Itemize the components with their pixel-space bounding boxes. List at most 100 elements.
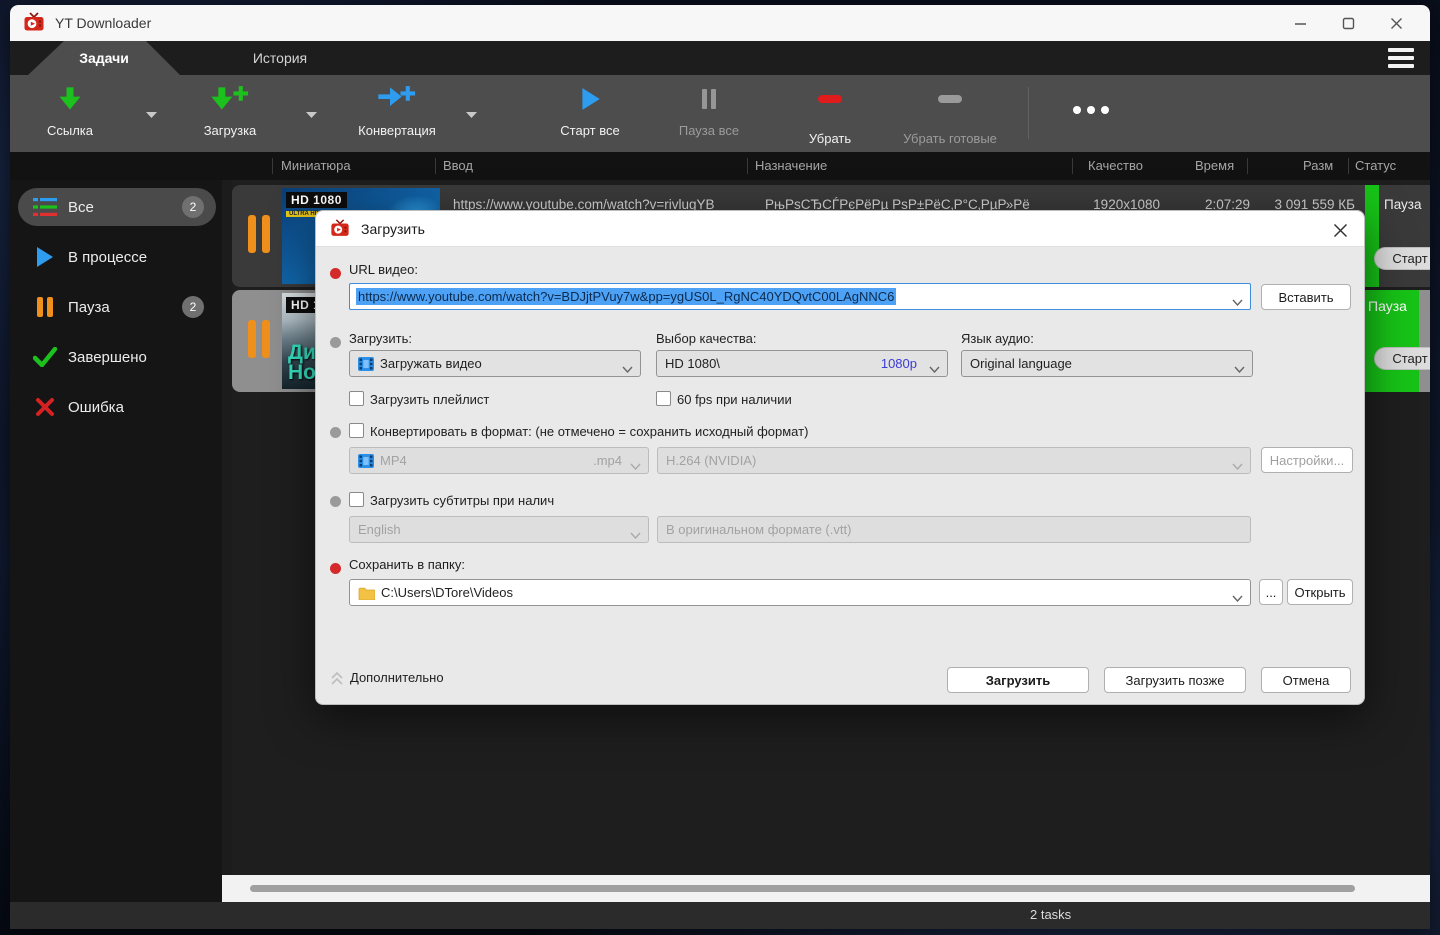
window-title: YT Downloader <box>55 15 151 31</box>
paused-count-badge: 2 <box>182 296 204 318</box>
subtitle-language-value: English <box>358 522 401 537</box>
download-dropdown-icon[interactable] <box>305 107 319 117</box>
scrollbar-thumb[interactable] <box>250 885 1355 892</box>
add-download-button[interactable]: Загрузка <box>172 85 288 138</box>
convert-checkbox-label[interactable]: Конвертировать в формат: (не отмечено = … <box>370 424 808 439</box>
chevron-down-icon <box>1232 590 1243 605</box>
close-button[interactable] <box>1372 5 1420 41</box>
app-logo-icon <box>329 218 351 240</box>
save-folder-label: Сохранить в папку: <box>349 557 465 572</box>
pause-icon <box>32 296 58 318</box>
sidebar-item-all[interactable]: Все 2 <box>18 188 216 226</box>
sidebar-item-in-progress[interactable]: В процессе <box>18 238 216 276</box>
chevron-down-icon <box>1234 361 1245 376</box>
start-all-button[interactable]: Старт все <box>532 85 648 138</box>
remove-minus-icon <box>772 85 888 121</box>
pause-all-label: Пауза все <box>651 123 767 138</box>
open-folder-button[interactable]: Открыть <box>1287 579 1353 605</box>
check-icon <box>32 347 58 367</box>
download-mode-select[interactable]: Загружать видео <box>349 350 641 377</box>
header-quality[interactable]: Качество <box>1088 158 1143 173</box>
link-dropdown-icon[interactable] <box>145 107 159 117</box>
subtitles-checkbox[interactable] <box>349 492 364 507</box>
audio-label: Язык аудио: <box>961 331 1034 346</box>
paste-button[interactable]: Вставить <box>1261 284 1351 310</box>
dialog-title-bar: Загрузить <box>316 211 1364 247</box>
fps-checkbox-label[interactable]: 60 fps при наличии <box>677 392 792 407</box>
tab-history[interactable]: История <box>220 41 340 75</box>
header-destination[interactable]: Назначение <box>755 158 827 173</box>
subtitle-format-select: В оригинальном формате (.vtt) <box>657 516 1251 543</box>
remove-done-button[interactable]: Убрать готовые <box>885 85 1015 146</box>
quality-select[interactable]: HD 1080\ 1080p <box>656 350 948 377</box>
maximize-button[interactable] <box>1324 5 1372 41</box>
x-icon <box>32 397 58 417</box>
quality-label: Выбор качества: <box>656 331 757 346</box>
start-task-button[interactable]: Старт <box>1374 347 1430 370</box>
row-pause-icon <box>248 320 270 358</box>
add-conversion-label: Конвертация <box>332 123 462 138</box>
advanced-label[interactable]: Дополнительно <box>350 670 444 685</box>
add-conversion-button[interactable]: Конвертация <box>332 85 462 138</box>
header-size[interactable]: Разм <box>1303 158 1333 173</box>
save-folder-select[interactable]: C:\Users\DTore\Videos <box>349 579 1251 606</box>
format-value: MP4 <box>380 453 407 468</box>
playlist-checkbox-label[interactable]: Загрузить плейлист <box>370 392 489 407</box>
download-mode-value: Загружать видео <box>380 356 482 371</box>
audio-language-select[interactable]: Original language <box>961 350 1253 377</box>
sidebar-item-completed[interactable]: Завершено <box>18 338 216 376</box>
sidebar-item-in-progress-label: В процессе <box>68 249 147 266</box>
download-plus-icon <box>172 85 288 121</box>
add-link-button[interactable]: Ссылка <box>12 85 128 138</box>
film-icon <box>358 454 374 468</box>
download-dialog: Загрузить URL видео: https://www.youtube… <box>315 210 1365 705</box>
menu-icon[interactable] <box>1388 48 1414 68</box>
remove-label: Убрать <box>772 131 888 146</box>
table-header: Миниатюра Ввод Назначение Качество Время… <box>10 152 1430 180</box>
down-arrow-icon <box>12 85 128 121</box>
status-bar: 2 tasks <box>10 902 1430 929</box>
progress-bar <box>1365 185 1379 287</box>
settings-button: Настройки... <box>1261 447 1353 473</box>
cancel-dialog-button[interactable]: Отмена <box>1261 667 1351 693</box>
pause-all-button[interactable]: Пауза все <box>651 85 767 138</box>
progress-bar: Пауза <box>1365 290 1419 392</box>
url-input[interactable]: https://www.youtube.com/watch?v=BDJjtPVu… <box>349 283 1251 310</box>
horizontal-scrollbar[interactable] <box>222 875 1430 902</box>
download-later-button[interactable]: Загрузить позже <box>1104 667 1246 693</box>
add-link-label: Ссылка <box>12 123 128 138</box>
minimize-button[interactable] <box>1276 5 1324 41</box>
subtitle-format-value: В оригинальном формате (.vtt) <box>666 522 851 537</box>
tab-tasks[interactable]: Задачи <box>28 41 180 75</box>
tab-bar: Задачи История <box>10 41 1430 75</box>
header-status[interactable]: Статус <box>1355 158 1396 173</box>
convert-checkbox[interactable] <box>349 423 364 438</box>
chevron-down-icon <box>622 361 633 376</box>
more-actions-icon[interactable] <box>1070 103 1112 121</box>
conversion-dropdown-icon[interactable] <box>465 107 479 117</box>
dialog-close-icon[interactable] <box>1330 220 1350 240</box>
playlist-checkbox[interactable] <box>349 391 364 406</box>
url-input-value: https://www.youtube.com/watch?v=BDJjtPVu… <box>356 288 896 305</box>
save-folder-value: C:\Users\DTore\Videos <box>381 585 513 600</box>
title-bar: YT Downloader <box>10 5 1430 41</box>
chevron-down-icon[interactable] <box>1232 294 1243 309</box>
header-input[interactable]: Ввод <box>443 158 473 173</box>
sidebar-item-paused[interactable]: Пауза 2 <box>18 288 216 326</box>
start-all-label: Старт все <box>532 123 648 138</box>
download-confirm-button[interactable]: Загрузить <box>947 667 1089 693</box>
folder-icon <box>358 586 375 600</box>
list-icon <box>32 196 58 218</box>
header-time[interactable]: Время <box>1195 158 1234 173</box>
add-download-label: Загрузка <box>172 123 288 138</box>
audio-language-value: Original language <box>970 356 1072 371</box>
play-icon <box>532 85 648 121</box>
browse-folder-button[interactable]: ... <box>1259 579 1283 605</box>
subtitles-checkbox-label[interactable]: Загрузить субтитры при налич <box>370 493 554 508</box>
sidebar-item-error[interactable]: Ошибка <box>18 388 216 426</box>
remove-button[interactable]: Убрать <box>772 85 888 146</box>
header-thumbnail[interactable]: Миниатюра <box>281 158 351 173</box>
fps-checkbox[interactable] <box>656 391 671 406</box>
start-task-button[interactable]: Старт <box>1374 247 1430 270</box>
collapse-advanced-icon[interactable] <box>330 670 344 689</box>
